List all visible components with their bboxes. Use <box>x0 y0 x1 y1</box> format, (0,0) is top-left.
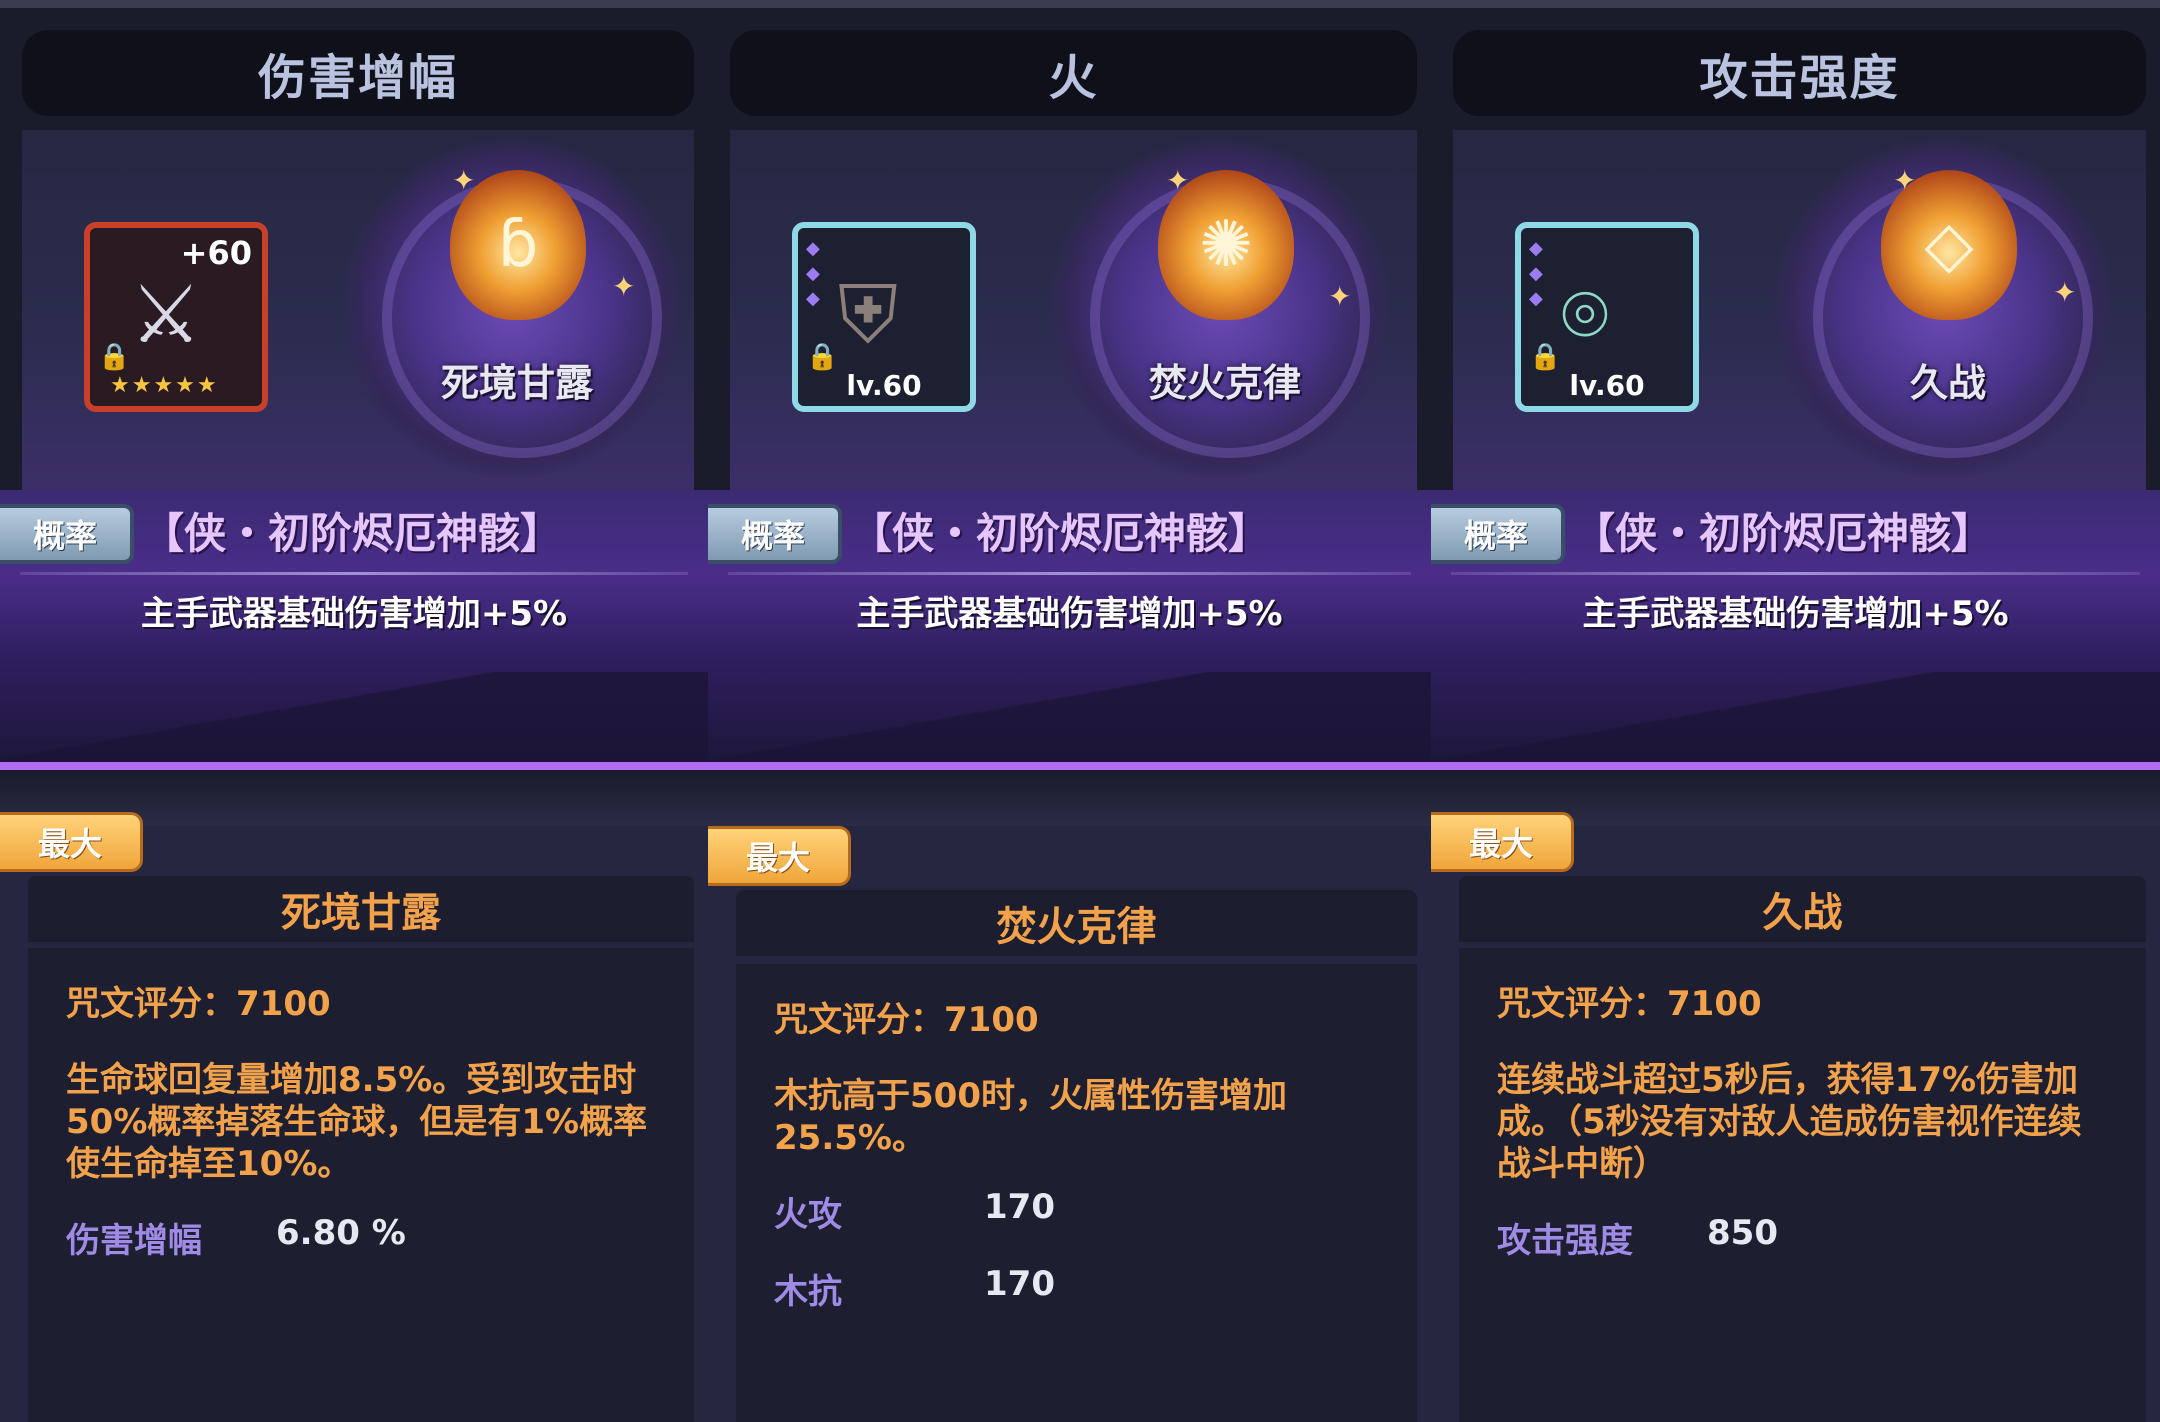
top-strip <box>708 0 1431 8</box>
banner-divider <box>1451 572 2140 575</box>
card-header: 火 <box>730 30 1417 116</box>
banner-hills <box>708 672 1431 762</box>
detail-body: 咒文评分：7100 连续战斗超过5秒后，获得17%伤害加成。（5秒没有对敌人造成… <box>1459 948 2146 1422</box>
rune-score: 咒文评分：7100 <box>1497 984 1762 1024</box>
banner-divider <box>20 572 688 575</box>
stat-row: 伤害增幅 6.80 % <box>66 1213 656 1262</box>
sparkle-icon: ✦ <box>1166 164 1190 197</box>
gem-slots: ◆ ◆ ◆ <box>1529 238 1543 309</box>
rune-score: 咒文评分：7100 <box>66 984 331 1024</box>
detail-body: 咒文评分：7100 木抗高于500时，火属性伤害增加25.5%。 火攻 170 … <box>736 964 1417 1422</box>
rate-tag: 概率 <box>708 504 842 564</box>
banner-hills <box>1431 672 2160 762</box>
sparkle-icon: ✦ <box>1893 164 1917 197</box>
top-strip <box>0 0 708 8</box>
rate-tag: 概率 <box>1431 504 1565 564</box>
sparkle-icon: ✦ <box>2053 276 2077 309</box>
sparkle-icon: ✦ <box>452 164 476 197</box>
stat-name: 火攻 <box>774 1195 842 1235</box>
equipment-slot[interactable]: ⚔ +60 🔒 ★★★★★ <box>84 222 268 412</box>
stat-row: 火攻 170 <box>774 1187 1379 1236</box>
banner-divider <box>728 572 1411 575</box>
equipment-level: lv.60 <box>1569 369 1645 402</box>
stat-value: 170 <box>984 1264 1055 1304</box>
equipment-level: +60 <box>180 234 252 272</box>
stat-value: 6.80 % <box>276 1213 406 1253</box>
max-tag: 最大 <box>708 826 851 886</box>
detail-title: 死境甘露 <box>28 876 694 942</box>
set-effect: 主手武器基础伤害增加+5% <box>1582 594 2009 634</box>
gem-icon: ◆ <box>806 288 820 309</box>
sword-icon: ⚔ <box>130 268 202 361</box>
set-name: 【侠・初阶烬厄神骸】 <box>142 509 563 558</box>
detail-body: 咒文评分：7100 生命球回复量增加8.5%。受到攻击时50%概率掉落生命球，但… <box>28 948 694 1422</box>
gem-icon: ◆ <box>1529 238 1543 259</box>
rune-description: 木抗高于500时，火属性伤害增加25.5%。 <box>774 1076 1287 1158</box>
card-header: 伤害增幅 <box>22 30 694 116</box>
equipment-stars: ★★★★★ <box>110 373 219 398</box>
lock-icon: 🔒 <box>1529 342 1562 372</box>
card-header: 攻击强度 <box>1453 30 2146 116</box>
detail-panel: 最大 焚火克律 咒文评分：7100 木抗高于500时，火属性伤害增加25.5%。… <box>708 770 1431 1422</box>
detail-panel: 最大 死境甘露 咒文评分：7100 生命球回复量增加8.5%。受到攻击时50%概… <box>0 770 708 1422</box>
set-effect: 主手武器基础伤害增加+5% <box>140 594 568 634</box>
set-name: 【侠・初阶烬厄神骸】 <box>1573 509 1994 558</box>
set-effect: 主手武器基础伤害增加+5% <box>856 594 1283 634</box>
rune-name-label: 焚火克律 <box>1148 361 1301 405</box>
rune-stage: ◆ ◆ ◆ ⛨ 🔒 lv.60 ✺ ✦ ✦ 焚火克律 <box>730 130 1417 490</box>
lock-icon: 🔒 <box>806 342 839 372</box>
gem-icon: ◆ <box>806 238 820 259</box>
armor-icon: ⛨ <box>838 268 898 361</box>
rune-stage: ◆ ◆ ◆ ⌾ 🔒 lv.60 ◇ ✦ ✦ 久战 <box>1453 130 2146 490</box>
stat-row: 木抗 170 <box>774 1264 1379 1313</box>
stat-name: 伤害增幅 <box>66 1221 202 1261</box>
rune-card-1: 伤害增幅 ⚔ +60 🔒 ★★★★★ ɓ ✦ ✦ 死境甘露 概率 【侠・初阶烬厄… <box>0 0 708 1422</box>
rune-description: 连续战斗超过5秒后，获得17%伤害加成。（5秒没有对敌人造成伤害视作连续战斗中断… <box>1497 1060 2082 1184</box>
gem-slots: ◆ ◆ ◆ <box>806 238 820 309</box>
set-name: 【侠・初阶烬厄神骸】 <box>850 509 1271 558</box>
sparkle-icon: ✦ <box>612 270 636 303</box>
set-banner: 概率 【侠・初阶烬厄神骸】 主手武器基础伤害增加+5% <box>1431 490 2160 770</box>
rune-name-label: 久战 <box>1909 361 1986 405</box>
lock-icon: 🔒 <box>98 342 131 372</box>
rune-name-label: 死境甘露 <box>440 361 593 405</box>
rune-score: 咒文评分：7100 <box>774 1000 1039 1040</box>
rune-card-2: 火 ◆ ◆ ◆ ⛨ 🔒 lv.60 ✺ ✦ ✦ 焚火克律 概率 【侠・初阶烬厄神骸】… <box>708 0 1431 1422</box>
banner-hills <box>0 672 708 762</box>
equipment-slot[interactable]: ◆ ◆ ◆ ⌾ 🔒 lv.60 <box>1515 222 1699 412</box>
equipment-level: lv.60 <box>846 369 922 402</box>
rune-stage: ⚔ +60 🔒 ★★★★★ ɓ ✦ ✦ 死境甘露 <box>22 130 694 490</box>
stat-name: 攻击强度 <box>1497 1221 1633 1261</box>
gem-icon: ◆ <box>1529 288 1543 309</box>
rate-tag: 概率 <box>0 504 134 564</box>
detail-title: 焚火克律 <box>736 890 1417 956</box>
rune-card-3: 攻击强度 ◆ ◆ ◆ ⌾ 🔒 lv.60 ◇ ✦ ✦ 久战 概率 【侠・初阶烬厄神骸… <box>1431 0 2160 1422</box>
amulet-icon: ⌾ <box>1561 268 1609 361</box>
max-tag: 最大 <box>0 812 143 872</box>
gem-icon: ◆ <box>806 263 820 284</box>
top-strip <box>1431 0 2160 8</box>
stat-value: 170 <box>984 1187 1055 1227</box>
stat-value: 850 <box>1707 1213 1778 1253</box>
gem-icon: ◆ <box>1529 263 1543 284</box>
detail-title: 久战 <box>1459 876 2146 942</box>
equipment-slot[interactable]: ◆ ◆ ◆ ⛨ 🔒 lv.60 <box>792 222 976 412</box>
stat-name: 木抗 <box>774 1272 842 1312</box>
detail-panel: 最大 久战 咒文评分：7100 连续战斗超过5秒后，获得17%伤害加成。（5秒没… <box>1431 770 2160 1422</box>
set-banner: 概率 【侠・初阶烬厄神骸】 主手武器基础伤害增加+5% <box>708 490 1431 770</box>
panel-notch <box>708 770 1431 826</box>
stat-row: 攻击强度 850 <box>1497 1213 2108 1262</box>
max-tag: 最大 <box>1431 812 1574 872</box>
rune-description: 生命球回复量增加8.5%。受到攻击时50%概率掉落生命球，但是有1%概率使生命掉… <box>66 1060 648 1184</box>
sparkle-icon: ✦ <box>1328 280 1352 313</box>
set-banner: 概率 【侠・初阶烬厄神骸】 主手武器基础伤害增加+5% <box>0 490 708 770</box>
